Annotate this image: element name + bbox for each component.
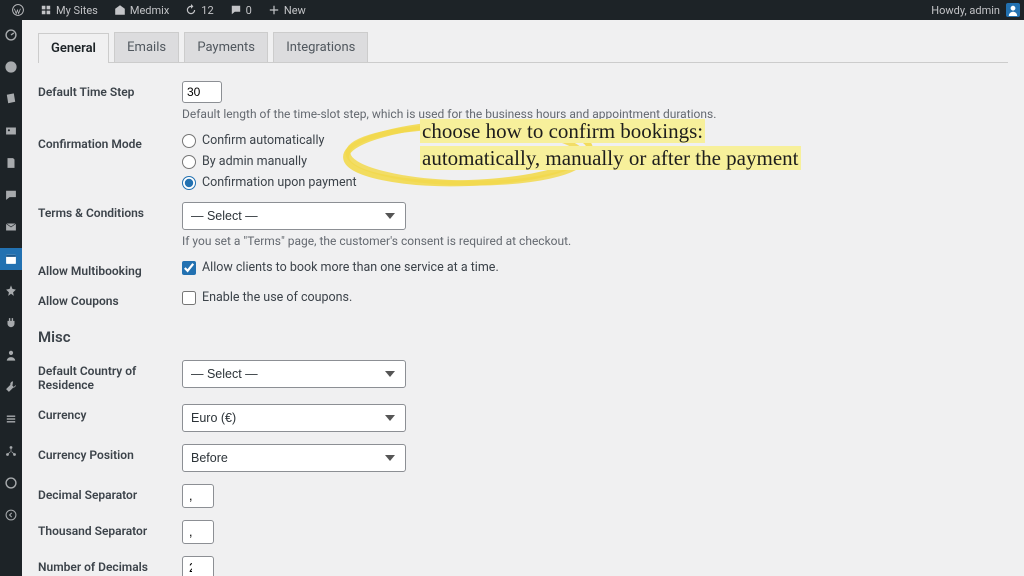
label-coupons: Allow Coupons xyxy=(38,290,182,308)
tab-emails[interactable]: Emails xyxy=(114,32,179,62)
wp-logo[interactable] xyxy=(6,0,30,20)
label-currency-pos: Currency Position xyxy=(38,444,182,462)
select-country[interactable]: — Select — xyxy=(182,360,406,388)
menu-plugins[interactable] xyxy=(0,312,22,334)
my-sites[interactable]: My Sites xyxy=(34,0,104,20)
label-thousand-sep: Thousand Separator xyxy=(38,520,182,538)
select-terms[interactable]: — Select — xyxy=(182,202,406,230)
label-country: Default Country of Residence xyxy=(38,360,182,392)
label-num-decimals: Number of Decimals xyxy=(38,556,182,574)
menu-comments[interactable] xyxy=(0,184,22,206)
menu-network[interactable] xyxy=(0,440,22,462)
label-terms: Terms & Conditions xyxy=(38,202,182,220)
tab-payments[interactable]: Payments xyxy=(184,32,268,62)
input-num-decimals[interactable] xyxy=(182,556,214,576)
menu-tools[interactable] xyxy=(0,376,22,398)
annotation-text: choose how to confirm bookings: automati… xyxy=(420,118,801,173)
select-currency-pos[interactable]: Before xyxy=(182,444,406,472)
menu-collapse[interactable] xyxy=(0,504,22,526)
input-decimal-sep[interactable] xyxy=(182,484,214,508)
menu-jetpack[interactable] xyxy=(0,56,22,78)
admin-bar: My Sites Medmix 12 0 New Howdy, admin xyxy=(0,0,1024,20)
menu-contact[interactable] xyxy=(0,216,22,238)
radio-confirm-payment[interactable]: Confirmation upon payment xyxy=(182,175,1008,190)
label-multibooking: Allow Multibooking xyxy=(38,260,182,278)
label-currency: Currency xyxy=(38,404,182,422)
my-sites-label: My Sites xyxy=(56,4,98,17)
settings-tabs: General Emails Payments Integrations xyxy=(38,32,1008,63)
section-misc: Misc xyxy=(38,328,1008,346)
select-currency[interactable]: Euro (€) xyxy=(182,404,406,432)
admin-sidebar xyxy=(0,20,22,576)
avatar[interactable] xyxy=(1006,3,1020,17)
main-content: General Emails Payments Integrations Def… xyxy=(22,20,1024,576)
menu-appearance[interactable] xyxy=(0,280,22,302)
label-decimal-sep: Decimal Separator xyxy=(38,484,182,502)
label-confirmation: Confirmation Mode xyxy=(38,133,182,151)
tab-integrations[interactable]: Integrations xyxy=(273,32,368,62)
menu-seo[interactable] xyxy=(0,472,22,494)
site-name[interactable]: Medmix xyxy=(108,0,175,20)
checkbox-multibooking[interactable]: Allow clients to book more than one serv… xyxy=(182,260,1008,275)
menu-posts[interactable] xyxy=(0,88,22,110)
helper-terms: If you set a "Terms" page, the customer'… xyxy=(182,234,1008,248)
menu-settings[interactable] xyxy=(0,408,22,430)
input-thousand-sep[interactable] xyxy=(182,520,214,544)
new-content[interactable]: New xyxy=(262,0,312,20)
menu-media[interactable] xyxy=(0,120,22,142)
label-time-step: Default Time Step xyxy=(38,81,182,99)
checkbox-coupons[interactable]: Enable the use of coupons. xyxy=(182,290,1008,305)
updates-count[interactable]: 12 xyxy=(179,0,219,20)
menu-appointments[interactable] xyxy=(0,248,22,270)
site-name-label: Medmix xyxy=(130,4,169,17)
menu-users[interactable] xyxy=(0,344,22,366)
menu-dashboard[interactable] xyxy=(0,24,22,46)
tab-general[interactable]: General xyxy=(38,33,109,63)
menu-pages[interactable] xyxy=(0,152,22,174)
input-time-step[interactable] xyxy=(182,81,222,103)
comments-count[interactable]: 0 xyxy=(224,0,258,20)
howdy-text[interactable]: Howdy, admin xyxy=(931,4,1000,17)
